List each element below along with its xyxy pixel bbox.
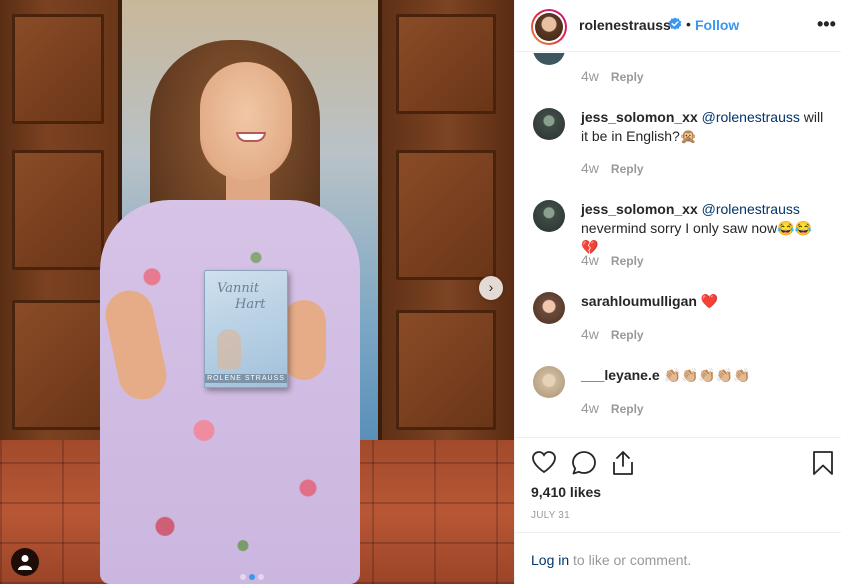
comment-meta: 4w Reply	[581, 326, 644, 342]
post-actions	[515, 437, 841, 477]
post-header: rolenestrauss • Follow •••	[515, 0, 841, 52]
comment-body: ___leyane.e 👏🏼👏🏼👏🏼👏🏼👏🏼	[581, 366, 826, 385]
login-link[interactable]: Log in	[531, 552, 569, 568]
carousel-dot	[240, 574, 246, 580]
comment-icon[interactable]	[571, 450, 597, 476]
verified-badge-icon	[668, 17, 682, 30]
comment-meta: 4w Reply	[581, 68, 644, 84]
login-rest-text: to like or comment.	[569, 552, 692, 568]
comment-body: sarahloumulligan ❤️	[581, 292, 826, 311]
avatar[interactable]	[531, 9, 567, 45]
book-author: ROLENE STRAUSS	[205, 374, 287, 383]
comment-username[interactable]: sarahloumulligan	[581, 293, 697, 309]
comment-body: jess_solomon_xx @rolenestrauss nevermind…	[581, 200, 826, 257]
more-options-button[interactable]: •••	[817, 14, 836, 35]
post-photo[interactable]: Vannit Hart ROLENE STRAUSS ›	[0, 0, 514, 584]
reply-button[interactable]: Reply	[611, 162, 644, 176]
book-cover-figure	[217, 329, 241, 369]
comment-body: jess_solomon_xx @rolenestrauss will it b…	[581, 108, 826, 146]
comment-time: 4w	[581, 400, 599, 416]
comment-avatar[interactable]	[533, 200, 565, 232]
comments-list[interactable]: 4w Reply jess_solomon_xx @rolenestrauss w…	[515, 53, 841, 437]
comment-mention[interactable]: @rolenestrauss	[702, 201, 800, 217]
comment-time: 4w	[581, 252, 599, 268]
likes-count[interactable]: 9,410 likes	[531, 484, 601, 500]
comment-time: 4w	[581, 160, 599, 176]
book-cover: Vannit Hart ROLENE STRAUSS	[204, 270, 288, 388]
person-face	[200, 62, 292, 180]
comment-text: 👏🏼👏🏼👏🏼👏🏼👏🏼	[659, 367, 751, 383]
comment-avatar[interactable]	[533, 366, 565, 398]
comment-username[interactable]: jess_solomon_xx	[581, 201, 698, 217]
heart-icon[interactable]	[531, 450, 557, 474]
post-author-username[interactable]: rolenestrauss	[579, 17, 671, 33]
comment-username[interactable]: ___leyane.e	[581, 367, 660, 383]
comment-time: 4w	[581, 326, 599, 342]
person-right-arm	[282, 300, 326, 380]
comment-meta: 4w Reply	[581, 400, 644, 416]
share-icon[interactable]	[611, 450, 635, 476]
chevron-right-icon[interactable]: ›	[479, 276, 503, 300]
comment-meta: 4w Reply	[581, 160, 644, 176]
carousel-dot-active	[249, 574, 255, 580]
header-separator: •	[686, 16, 691, 32]
book-title-line2: Hart	[235, 297, 266, 312]
comment-avatar[interactable]	[533, 108, 565, 140]
post-date[interactable]: JULY 31	[531, 510, 570, 521]
reply-button[interactable]: Reply	[611, 328, 644, 342]
login-prompt: Log in to like or comment.	[515, 532, 841, 584]
comment-mention[interactable]: @rolenestrauss	[702, 109, 800, 125]
comment-text: nevermind sorry I only saw now😂😂💔	[581, 220, 812, 255]
reply-button[interactable]: Reply	[611, 254, 644, 268]
carousel-dot	[258, 574, 264, 580]
reply-button[interactable]: Reply	[611, 402, 644, 416]
bookmark-icon[interactable]	[812, 450, 834, 476]
comment-meta: 4w Reply	[581, 252, 644, 268]
comment-avatar[interactable]	[533, 292, 565, 324]
follow-button[interactable]: Follow	[695, 17, 739, 33]
comment-avatar[interactable]	[533, 53, 565, 65]
reply-button[interactable]: Reply	[611, 70, 644, 84]
post-sidebar: rolenestrauss • Follow ••• 4w Reply jess_…	[514, 0, 841, 584]
login-prompt-text: Log in to like or comment.	[531, 552, 691, 568]
comment-time: 4w	[581, 68, 599, 84]
comment-username[interactable]: jess_solomon_xx	[581, 109, 698, 125]
carousel-indicator	[240, 567, 267, 583]
user-tag-icon[interactable]	[11, 548, 39, 576]
comment-text: ❤️	[696, 293, 719, 309]
book-title-line1: Vannit	[217, 281, 260, 296]
right-door	[378, 0, 514, 460]
